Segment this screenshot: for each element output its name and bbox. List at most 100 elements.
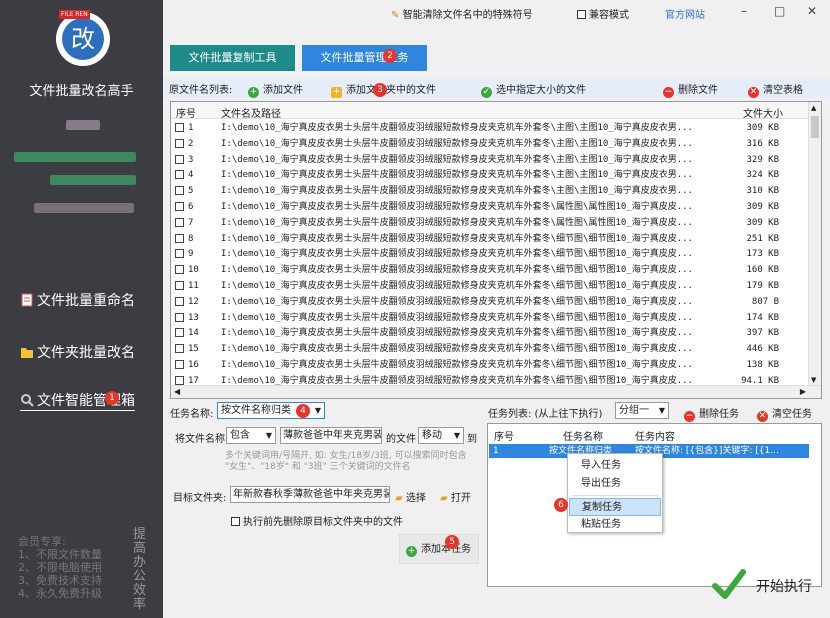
- row-checkbox[interactable]: [175, 138, 184, 148]
- menu-export-task[interactable]: 导出任务: [569, 475, 661, 493]
- folder-add-icon: +: [331, 87, 342, 98]
- row-size: 324 KB: [746, 170, 779, 181]
- compat-mode-checkbox[interactable]: 兼容模式: [577, 6, 629, 21]
- menu-separator: [572, 495, 658, 496]
- menu-copy-task[interactable]: 复制任务: [569, 498, 661, 516]
- row-checkbox[interactable]: [175, 233, 184, 243]
- row-checkbox[interactable]: [175, 281, 184, 290]
- delete-file-button[interactable]: − 删除文件: [663, 81, 718, 98]
- tab-copy-tool[interactable]: 文件批量复制工具: [170, 45, 295, 71]
- choose-folder-button[interactable]: ▰ 选择: [395, 489, 426, 504]
- table-row[interactable]: 8 I:\demo\10_海宁真皮皮衣男士头层牛皮翻领皮羽绒服短款修身皮夹克机车外…: [171, 231, 809, 247]
- row-checkbox[interactable]: [175, 202, 184, 211]
- scroll-down-icon[interactable]: ▼: [811, 376, 816, 384]
- row-checkbox[interactable]: [175, 344, 184, 354]
- table-row[interactable]: 4 I:\demo\10_海宁真皮皮衣男士头层牛皮翻领皮羽绒服短款修身皮夹克机车外…: [171, 167, 809, 183]
- scroll-thumb[interactable]: [811, 116, 819, 138]
- row-checkbox[interactable]: [175, 265, 184, 275]
- open-folder-button[interactable]: ▰ 打开: [440, 489, 471, 504]
- table-row[interactable]: 13 I:\demo\10_海宁真皮皮衣男士头层牛皮翻领皮羽绒服短款修身皮夹克机车…: [171, 310, 809, 326]
- clear-table-button[interactable]: ✕ 清空表格: [748, 81, 803, 98]
- table-row[interactable]: 2 I:\demo\10_海宁真皮皮衣男士头层牛皮翻领皮羽绒服短款修身皮夹克机车外…: [171, 136, 809, 152]
- row-checkbox[interactable]: [175, 217, 184, 227]
- table-row[interactable]: 11 I:\demo\10_海宁真皮皮衣男士头层牛皮翻领皮羽绒服短款修身皮夹克机车…: [171, 278, 809, 294]
- menu-paste-task[interactable]: 粘贴任务: [569, 516, 661, 534]
- row-size: 397 KB: [746, 328, 779, 339]
- table-row[interactable]: 3 I:\demo\10_海宁真皮皮衣男士头层牛皮翻领皮羽绒服短款修身皮夹克机车外…: [171, 152, 809, 168]
- group-select[interactable]: 分组一 ▼: [615, 402, 669, 419]
- row-checkbox[interactable]: [175, 375, 184, 385]
- table-row[interactable]: 5 I:\demo\10_海宁真皮皮衣男士头层牛皮翻领皮羽绒服短款修身皮夹克机车外…: [171, 183, 809, 199]
- row-path: I:\demo\10_海宁真皮皮衣男士头层牛皮翻领皮羽绒服短款修身皮夹克机车外套…: [221, 138, 693, 149]
- maximize-button[interactable]: □: [774, 4, 785, 18]
- row-path: I:\demo\10_海宁真皮皮衣男士头层牛皮翻领皮羽绒服短款修身皮夹克机车外套…: [221, 281, 693, 291]
- file-table: 序号 文件名及路径 文件大小 1 I:\demo\10_海宁真皮皮衣男士头层牛皮翻…: [170, 101, 822, 399]
- row-size: 173 KB: [746, 249, 779, 260]
- tab-manage-tasks[interactable]: 文件批量管理任务: [302, 45, 427, 71]
- row-number: 8: [188, 233, 194, 244]
- row-checkbox[interactable]: [175, 249, 184, 259]
- table-row[interactable]: 12 I:\demo\10_海宁真皮皮衣男士头层牛皮翻领皮羽绒服短款修身皮夹克机车…: [171, 294, 809, 310]
- check-icon: ✓: [481, 87, 492, 98]
- table-row[interactable]: 6 I:\demo\10_海宁真皮皮衣男士头层牛皮翻领皮羽绒服短款修身皮夹克机车外…: [171, 199, 809, 215]
- blurred-info: [50, 175, 136, 185]
- start-execute-button[interactable]: 开始执行: [708, 565, 818, 605]
- row-path: I:\demo\10_海宁真皮皮衣男士头层牛皮翻领皮羽绒服短款修身皮夹克机车外套…: [221, 344, 693, 355]
- row-number: 4: [188, 170, 194, 181]
- scroll-up-icon[interactable]: ▲: [811, 104, 816, 112]
- step-badge: 1: [105, 391, 119, 405]
- target-folder-input[interactable]: 年新款春秋季薄款爸爸中年夹克男装: [230, 486, 390, 503]
- clear-task-button[interactable]: ✕ 清空任务: [757, 405, 812, 422]
- chevron-down-icon: ▼: [314, 406, 321, 415]
- row-path: I:\demo\10_海宁真皮皮衣男士头层牛皮翻领皮羽绒服短款修身皮夹克机车外套…: [221, 312, 693, 323]
- table-header: 序号 文件名及路径 文件大小: [171, 102, 809, 120]
- row-size: 329 KB: [746, 154, 779, 165]
- row-path: I:\demo\10_海宁真皮皮衣男士头层牛皮翻领皮羽绒服短款修身皮夹克机车外套…: [221, 328, 693, 339]
- row-checkbox[interactable]: [175, 328, 184, 338]
- row-checkbox[interactable]: [175, 154, 184, 164]
- match-mode-select[interactable]: 包含 ▼: [226, 427, 276, 444]
- keyword-input[interactable]: 薄款爸爸中年夹克男装: [280, 427, 382, 444]
- menu-import-task[interactable]: 导入任务: [569, 457, 661, 475]
- row-checkbox[interactable]: [175, 186, 184, 196]
- table-row[interactable]: 15 I:\demo\10_海宁真皮皮衣男士头层牛皮翻领皮羽绒服短款修身皮夹克机车…: [171, 341, 809, 357]
- select-by-size-button[interactable]: ✓ 选中指定大小的文件: [481, 81, 586, 98]
- rule-suffix: 到: [467, 434, 477, 445]
- nav-label: 文件智能管理箱: [37, 393, 135, 409]
- close-button[interactable]: ✕: [807, 4, 817, 18]
- vertical-scrollbar[interactable]: ▲ ▼: [808, 102, 821, 386]
- rule-middle: 的文件: [386, 434, 416, 445]
- minimize-button[interactable]: –: [741, 4, 747, 18]
- row-path: I:\demo\10_海宁真皮皮衣男士头层牛皮翻领皮羽绒服短款修身皮夹克机车外套…: [221, 296, 693, 307]
- table-row[interactable]: 7 I:\demo\10_海宁真皮皮衣男士头层牛皮翻领皮羽绒服短款修身皮夹克机车外…: [171, 215, 809, 231]
- horizontal-scrollbar[interactable]: ◀ ▶: [171, 385, 821, 398]
- row-checkbox[interactable]: [175, 312, 184, 322]
- keyword-hint: 多个关键词用/号隔开, 如: 女生/18岁/3班, 可以搜索同时包含 "女生"、…: [225, 451, 467, 472]
- table-row[interactable]: 10 I:\demo\10_海宁真皮皮衣男士头层牛皮翻领皮羽绒服短款修身皮夹克机车…: [171, 262, 809, 278]
- clear-icon: ✕: [748, 87, 759, 98]
- row-path: I:\demo\10_海宁真皮皮衣男士头层牛皮翻领皮羽绒服短款修身皮夹克机车外套…: [221, 154, 693, 165]
- table-row[interactable]: 16 I:\demo\10_海宁真皮皮衣男士头层牛皮翻领皮羽绒服短款修身皮夹克机车…: [171, 357, 809, 373]
- nav-item-folder-rename[interactable]: 文件夹批量改名: [20, 342, 135, 362]
- add-file-button[interactable]: + 添加文件: [248, 81, 303, 98]
- action-select[interactable]: 移动 ▼: [418, 427, 464, 444]
- official-site-link[interactable]: 官方网站: [665, 6, 705, 21]
- table-row[interactable]: 14 I:\demo\10_海宁真皮皮衣男士头层牛皮翻领皮羽绒服短款修身皮夹克机车…: [171, 325, 809, 341]
- delete-before-checkbox[interactable]: 执行前先删除原目标文件夹中的文件: [231, 513, 403, 528]
- clean-symbols-link[interactable]: ✎ 智能清除文件名中的特殊符号: [391, 6, 533, 21]
- table-row[interactable]: 9 I:\demo\10_海宁真皮皮衣男士头层牛皮翻领皮羽绒服短款修身皮夹克机车外…: [171, 246, 809, 262]
- col-num: 序号: [176, 109, 196, 120]
- row-checkbox[interactable]: [175, 296, 184, 306]
- row-checkbox[interactable]: [175, 360, 184, 369]
- nav-item-rename[interactable]: 文件批量重命名: [20, 290, 135, 310]
- scroll-left-icon[interactable]: ◀: [174, 387, 180, 396]
- scroll-right-icon[interactable]: ▶: [800, 387, 806, 396]
- app-logo: 改 FILE REN: [56, 10, 110, 66]
- table-row[interactable]: 1 I:\demo\10_海宁真皮皮衣男士头层牛皮翻领皮羽绒服短款修身皮夹克机车外…: [171, 120, 809, 136]
- row-checkbox[interactable]: [175, 123, 184, 132]
- folder-icon: [20, 345, 34, 359]
- checkmark-icon: [712, 569, 746, 599]
- add-task-button[interactable]: + 添加本任务: [399, 534, 479, 564]
- row-checkbox[interactable]: [175, 170, 184, 180]
- delete-task-button[interactable]: − 删除任务: [684, 405, 739, 422]
